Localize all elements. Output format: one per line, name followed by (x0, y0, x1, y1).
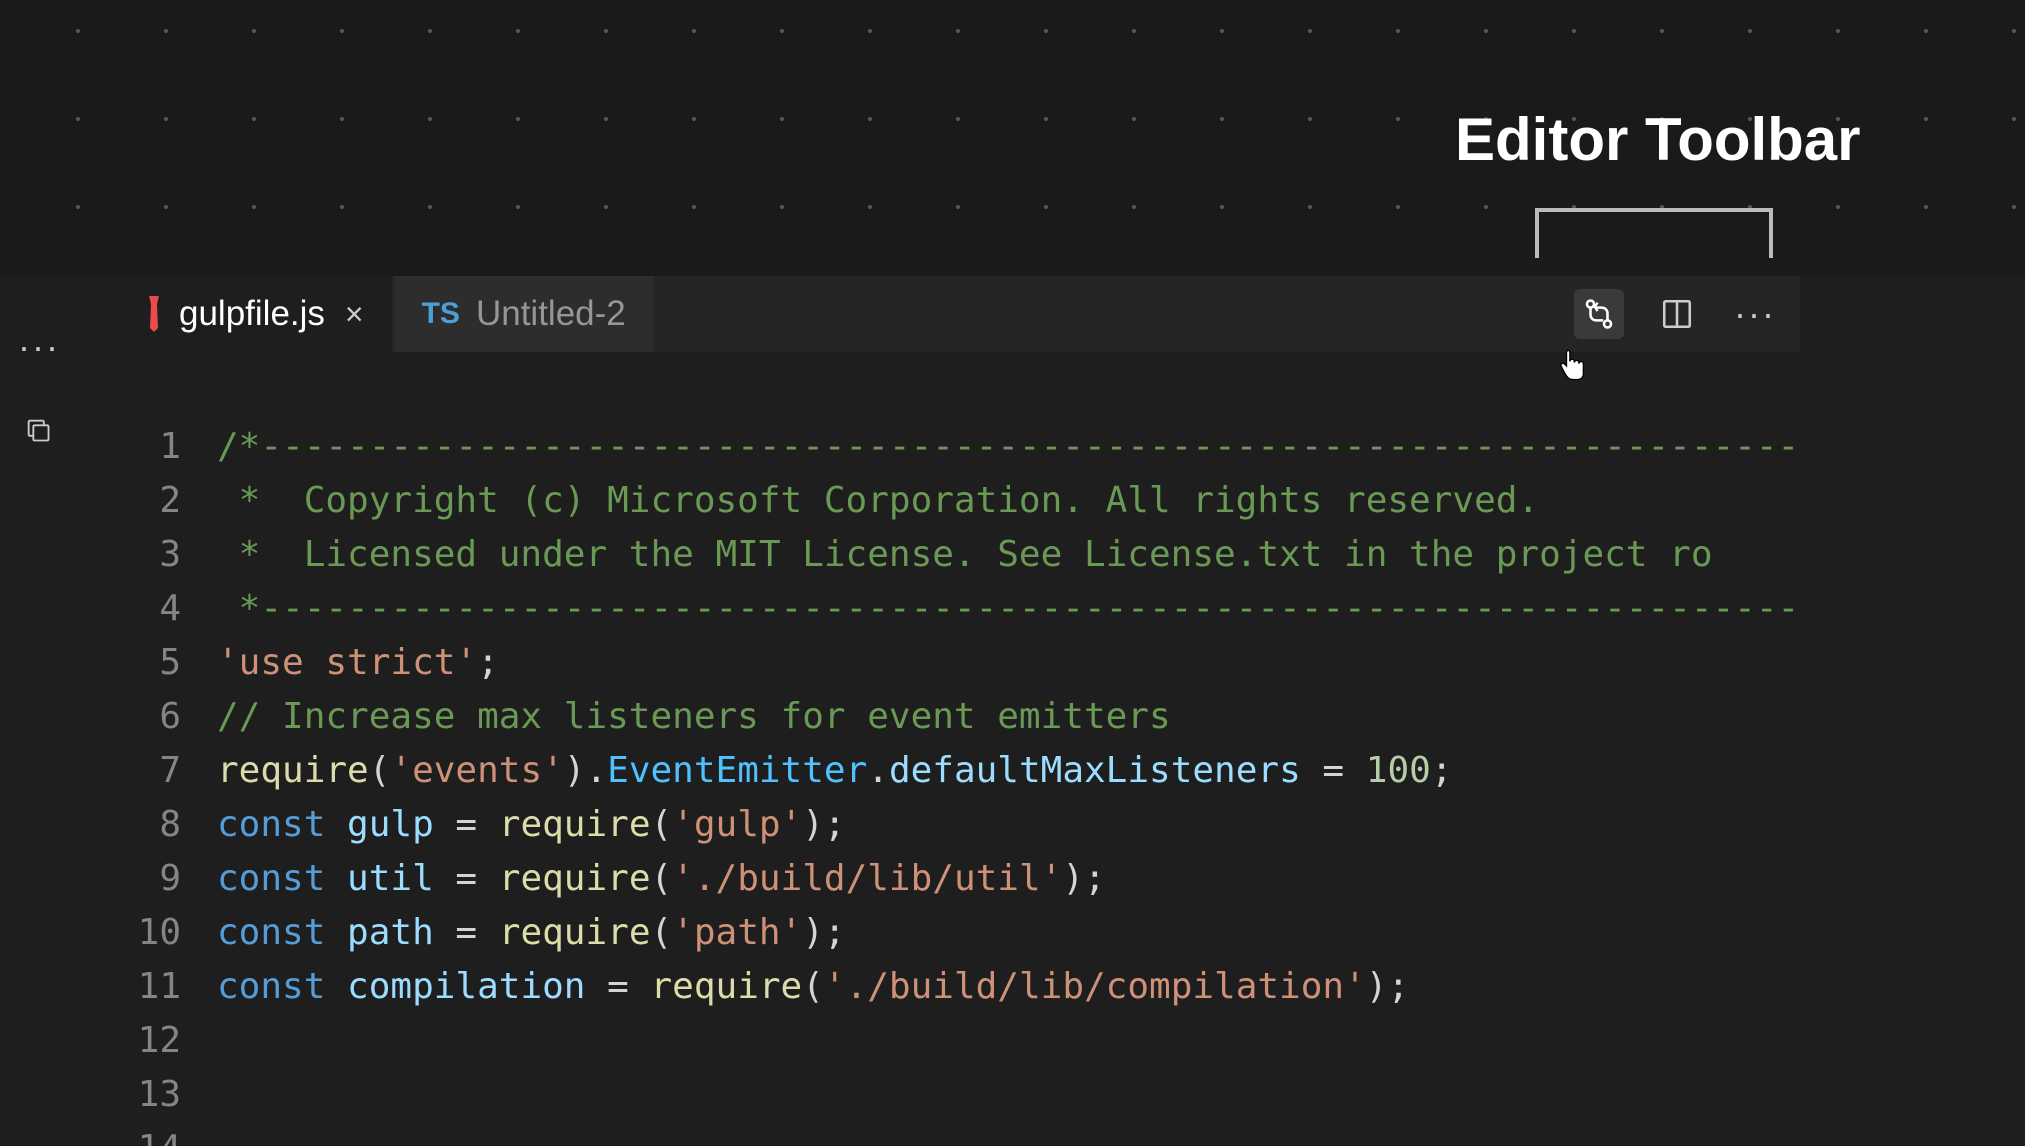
tab-bar: gulpfile.js × TS Untitled-2 (117, 276, 1800, 352)
split-editor-button[interactable] (1652, 289, 1702, 339)
typescript-icon: TS (422, 297, 460, 331)
gulp-icon (145, 294, 163, 334)
callout-bracket (1535, 208, 1773, 258)
close-icon[interactable]: × (345, 296, 364, 333)
compare-changes-button[interactable] (1574, 289, 1624, 339)
editor-body[interactable]: 1234567891011121314 /*------------------… (117, 390, 1800, 1146)
pointer-cursor-icon (1553, 348, 1589, 384)
tab-label: gulpfile.js (179, 294, 325, 334)
code-content[interactable]: /*--------------------------------------… (217, 420, 1800, 1146)
more-actions-button[interactable]: ··· (1730, 289, 1780, 339)
line-number-gutter: 1234567891011121314 (117, 420, 217, 1146)
tab-untitled[interactable]: TS Untitled-2 (394, 276, 654, 352)
ellipsis-icon: ··· (1734, 293, 1776, 335)
tab-gulpfile[interactable]: gulpfile.js × (117, 276, 392, 352)
overflow-icon[interactable]: ··· (18, 326, 60, 368)
heading-label: Editor Toolbar (1455, 105, 1861, 174)
activity-bar: ··· (0, 276, 85, 1146)
collapse-icon[interactable] (24, 416, 52, 444)
tab-label: Untitled-2 (476, 294, 626, 334)
editor-toolbar: ··· (1554, 276, 1800, 352)
